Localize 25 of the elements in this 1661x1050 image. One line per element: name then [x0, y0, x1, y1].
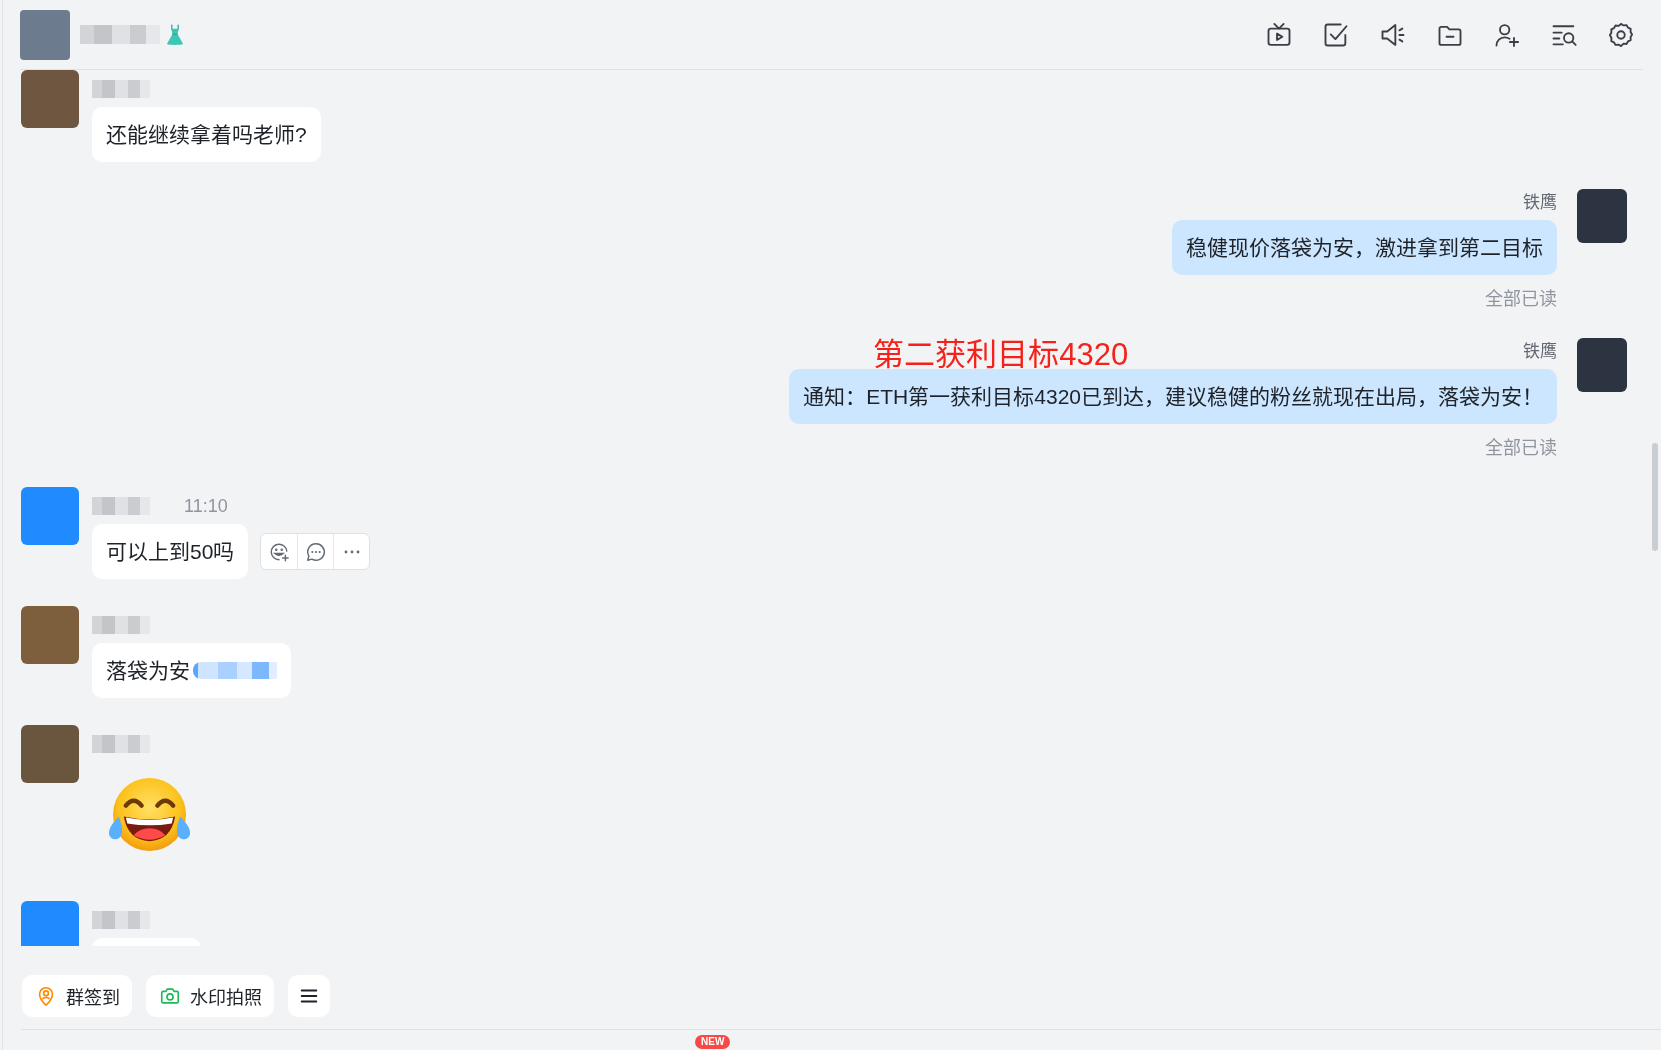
- scrollbar-thumb[interactable]: [1652, 443, 1658, 551]
- sender-name: 铁鹰: [1523, 341, 1557, 363]
- message-text: 稳健现价落袋为安，激进拿到第二目标: [1186, 235, 1543, 261]
- group-avatar[interactable]: [20, 9, 70, 60]
- laughing-face-icon: [106, 778, 193, 853]
- tv-play-icon: [1265, 20, 1293, 49]
- message-text: 可以上到50吗: [106, 539, 235, 565]
- message-text: 还能继续拿着吗老师?: [106, 122, 307, 148]
- new-badge: NEW: [695, 1035, 731, 1049]
- chat-bubble-icon: [304, 540, 327, 563]
- read-status: 全部已读: [1485, 437, 1557, 460]
- sender-name: 铁鹰: [1523, 192, 1557, 214]
- annotation-text: 第二获利目标4320: [873, 338, 1129, 372]
- smiley-plus-icon: [268, 540, 291, 563]
- message-text: 通知：ETH第一获利目标4320已到达，建议稳健的粉丝就现在出局，落袋为安！: [803, 384, 1543, 410]
- read-status: 全部已读: [1485, 288, 1557, 311]
- settings-icon: [1607, 20, 1635, 49]
- camera-icon: [159, 985, 181, 1007]
- camera-button[interactable]: 水印拍照: [146, 975, 274, 1017]
- message-time: 11:10: [184, 494, 228, 517]
- menu-button[interactable]: [288, 975, 330, 1017]
- message-text: 落袋为安: [106, 658, 190, 684]
- more-icon: [343, 549, 360, 554]
- dress-icon: [166, 23, 184, 46]
- check-in-button[interactable]: 群签到: [22, 975, 132, 1017]
